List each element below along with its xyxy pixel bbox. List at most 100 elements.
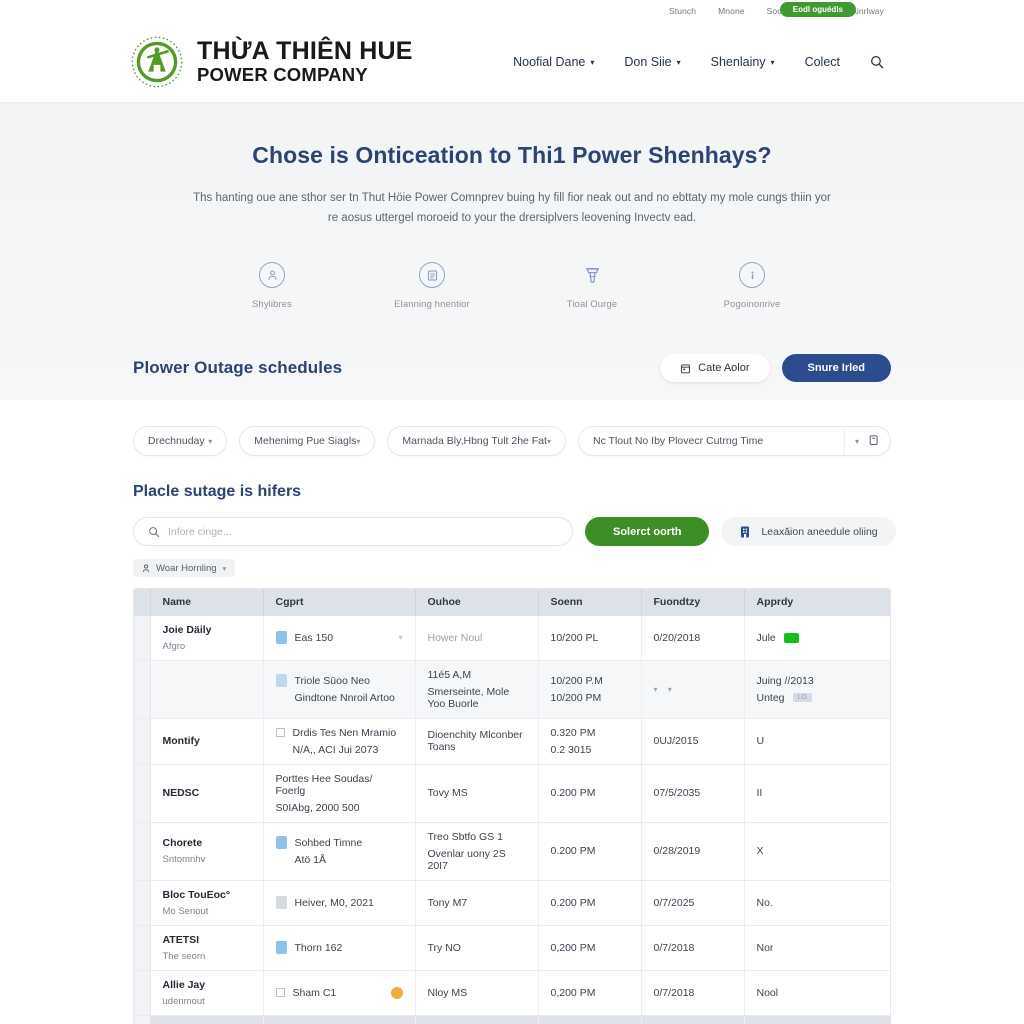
column-header-5[interactable]: Apprdy [744,588,890,616]
building-icon [739,525,751,539]
blue-square-icon [275,674,287,687]
table-row[interactable]: Montify Drdis Tes Nen Mramio N/A,, ACI J… [134,718,890,765]
row-3-col5: 07/5/2035 [641,764,745,823]
row-4-name: Chorete [162,837,203,849]
table-row[interactable]: Nombér Pourne Ror 12 Thno Mié »lorr3 0.2… [134,1015,890,1024]
feature-item-3[interactable]: Pogoinonrive [672,262,832,310]
row-4-col3: Treo Sbtfo GS 1 Ovenlar uony 2S 20I7 [415,822,539,881]
row-grip[interactable] [134,970,151,1016]
search-input-wrapper[interactable]: Infore cinge... [133,517,573,546]
row-5-name-cell: Bloc TouEoc° Mo Senout [150,880,264,926]
brand-wordmark: THỪA THIÊN HUE POWER COMPANY [197,39,413,85]
nav-item-1-label: Don Siie [624,55,672,69]
row-8-col3: Thno Mié »lorr3 [415,1015,539,1024]
copy-icon[interactable] [869,435,880,447]
row-8-col4: 0.200 PM [538,1015,642,1024]
row-grip[interactable] [134,615,151,661]
row-grip[interactable] [134,718,151,765]
filter-select-3-group: Nc Tlout No Iby Plovecr Cutrng Time ▾ [578,426,891,456]
row-1-col2-line-1: Gindtone Nnroil Artoo [294,692,395,704]
filter-select-3[interactable]: Nc Tlout No Iby Plovecr Cutrng Time [578,426,844,456]
row-4-col2-line-1: Atö 1Å [294,854,327,866]
hero-title: Chose is Onticeation to Thi1 Power Shenh… [252,142,772,168]
search-input[interactable]: Infore cinge... [168,526,232,538]
row-5-col2-line-0: Heiver, M0, 2021 [294,896,374,909]
row-0-col2-text: Eas 150 [294,631,334,644]
row-1-col5[interactable]: ▾ ▾ [641,660,745,719]
row-grip[interactable] [134,822,151,881]
row-2-col6: U [744,718,890,765]
row-2-col2: Drdis Tes Nen Mramio N/A,, ACI Jui 2073 [263,718,416,765]
row-7-name: Allie Jay [162,978,206,991]
checkbox-icon[interactable] [275,988,285,997]
feature-item-0[interactable]: Shylibres [192,262,352,310]
nav-item-0-label: Noofial Dane [513,55,586,69]
row-4-col2-line-0: Sohbed Timne [294,836,363,849]
row-1-col6: Juing //2013 Unteg LO [744,660,890,719]
nav-item-1[interactable]: Don Siie ▾ [624,55,680,69]
row-grip[interactable] [134,925,151,971]
person-icon [142,563,150,573]
topbar-cta-button[interactable]: Eodl oguédls [779,2,856,17]
table-row[interactable]: Bloc TouEoc° Mo Senout Heiver, M0, 2021 … [134,880,890,926]
table-row[interactable]: Allie Jay udenmout Sham C1 Nloy MS 0,200… [134,970,890,1016]
filter-select-2[interactable]: Marnada Bly,Hbng Tult 2he Fat ▾ [387,426,566,456]
hero-section: Chose is Onticeation to Thi1 Power Shenh… [0,103,1024,400]
share-action-button[interactable]: Snure Irled [781,354,891,382]
table-row[interactable]: Joie Däily Afgro Eas 150 ▾ Hower Noul 10… [134,615,890,661]
nav-item-2[interactable]: Shenlainy ▾ [711,55,775,69]
row-grip[interactable] [134,880,151,926]
checkbox-icon[interactable] [275,728,285,737]
topbar-link-0[interactable]: Stunch [669,6,696,16]
row-6-col2-line-0: Thorn 162 [294,941,343,954]
row-grip[interactable] [134,660,151,719]
sort-chip[interactable]: Woar Hornling ▾ [133,559,236,577]
chevron-down-icon: ▾ [356,436,361,446]
topbar-link-1[interactable]: Mnone [718,6,745,16]
feature-item-1[interactable]: Elanning hnentior [352,262,512,310]
feature-item-2[interactable]: Tioal Ourge [512,262,672,310]
blue-square-icon [275,836,287,849]
row-1-col4: 10/200 P.M 10/200 PM [538,660,642,719]
amber-status-dot [390,986,403,999]
filter-select-3-tail[interactable]: ▾ [844,426,891,456]
row-0-name: Joie Däily [162,623,212,636]
column-header-3[interactable]: Soenn [538,588,642,616]
nav-item-0[interactable]: Noofial Dane ▾ [513,55,594,69]
row-1-col3-line-1: Smerseinte, Mole Yoo Buorle [427,685,510,710]
column-header-2[interactable]: Ouhoe [415,588,539,616]
row-1-col2: Triole Sūoo Neo Gindtone Nnroil Artoo [263,660,416,719]
nav-item-3[interactable]: Colect [805,55,840,69]
row-2-name: Montify [162,735,200,747]
row-grip[interactable] [134,1015,151,1024]
row-2-col3: Dioenchity Mlconber Toans [415,718,539,765]
feature-item-1-label: Elanning hnentior [394,299,470,310]
row-8-col6: Gg [744,1015,890,1024]
table-row[interactable]: ATETSI The seorn Thorn 162 Try NO 0,200 … [134,925,890,971]
filter-select-1[interactable]: Mehenimg Pue Siagls ▾ [239,426,376,456]
row-grip[interactable] [134,764,151,823]
row-4-name-sub: Sntomnhv [162,854,206,865]
row-5-name: Bloc TouEoc° [162,888,231,901]
column-header-4[interactable]: Fuondtzy [641,588,745,616]
filter-select-0[interactable]: Drechnuday ▾ [133,426,228,456]
document-grid-icon [419,262,445,288]
search-icon [148,526,160,538]
column-header-0[interactable]: Name [150,588,264,616]
row-2-col4-line-0: 0.320 PM [550,726,596,739]
row-4-col6: X [744,822,890,881]
column-header-1[interactable]: Cgprt [263,588,416,616]
row-1-col4-line-0: 10/200 P.M [550,674,603,687]
search-submit-button[interactable]: Solerct oorth [585,517,710,546]
table-row[interactable]: Chorete Sntomnhv Sohbed Timne Atö 1Å Tre… [134,822,890,881]
export-schedule-button[interactable]: Leaxăion aneedule oliing [721,517,896,546]
table-row[interactable]: NEDSC Porttes Hee Soudas/ Foerlg S0IAbg,… [134,764,890,823]
table-row[interactable]: Triole Sūoo Neo Gindtone Nnroil Artoo 11… [134,660,890,719]
row-6-name: ATETSI [162,933,200,946]
header-search-icon[interactable] [870,55,884,69]
section-title-bar: Plower Outage schedules Cate Aolor Snure… [0,336,1024,400]
calendar-action-button[interactable]: Cate Aolor [660,354,770,382]
row-3-col3: Tovy MS [415,764,539,823]
brand-logo[interactable]: THỪA THIÊN HUE POWER COMPANY [128,33,413,91]
chevron-down-icon[interactable]: ▾ [398,633,402,642]
